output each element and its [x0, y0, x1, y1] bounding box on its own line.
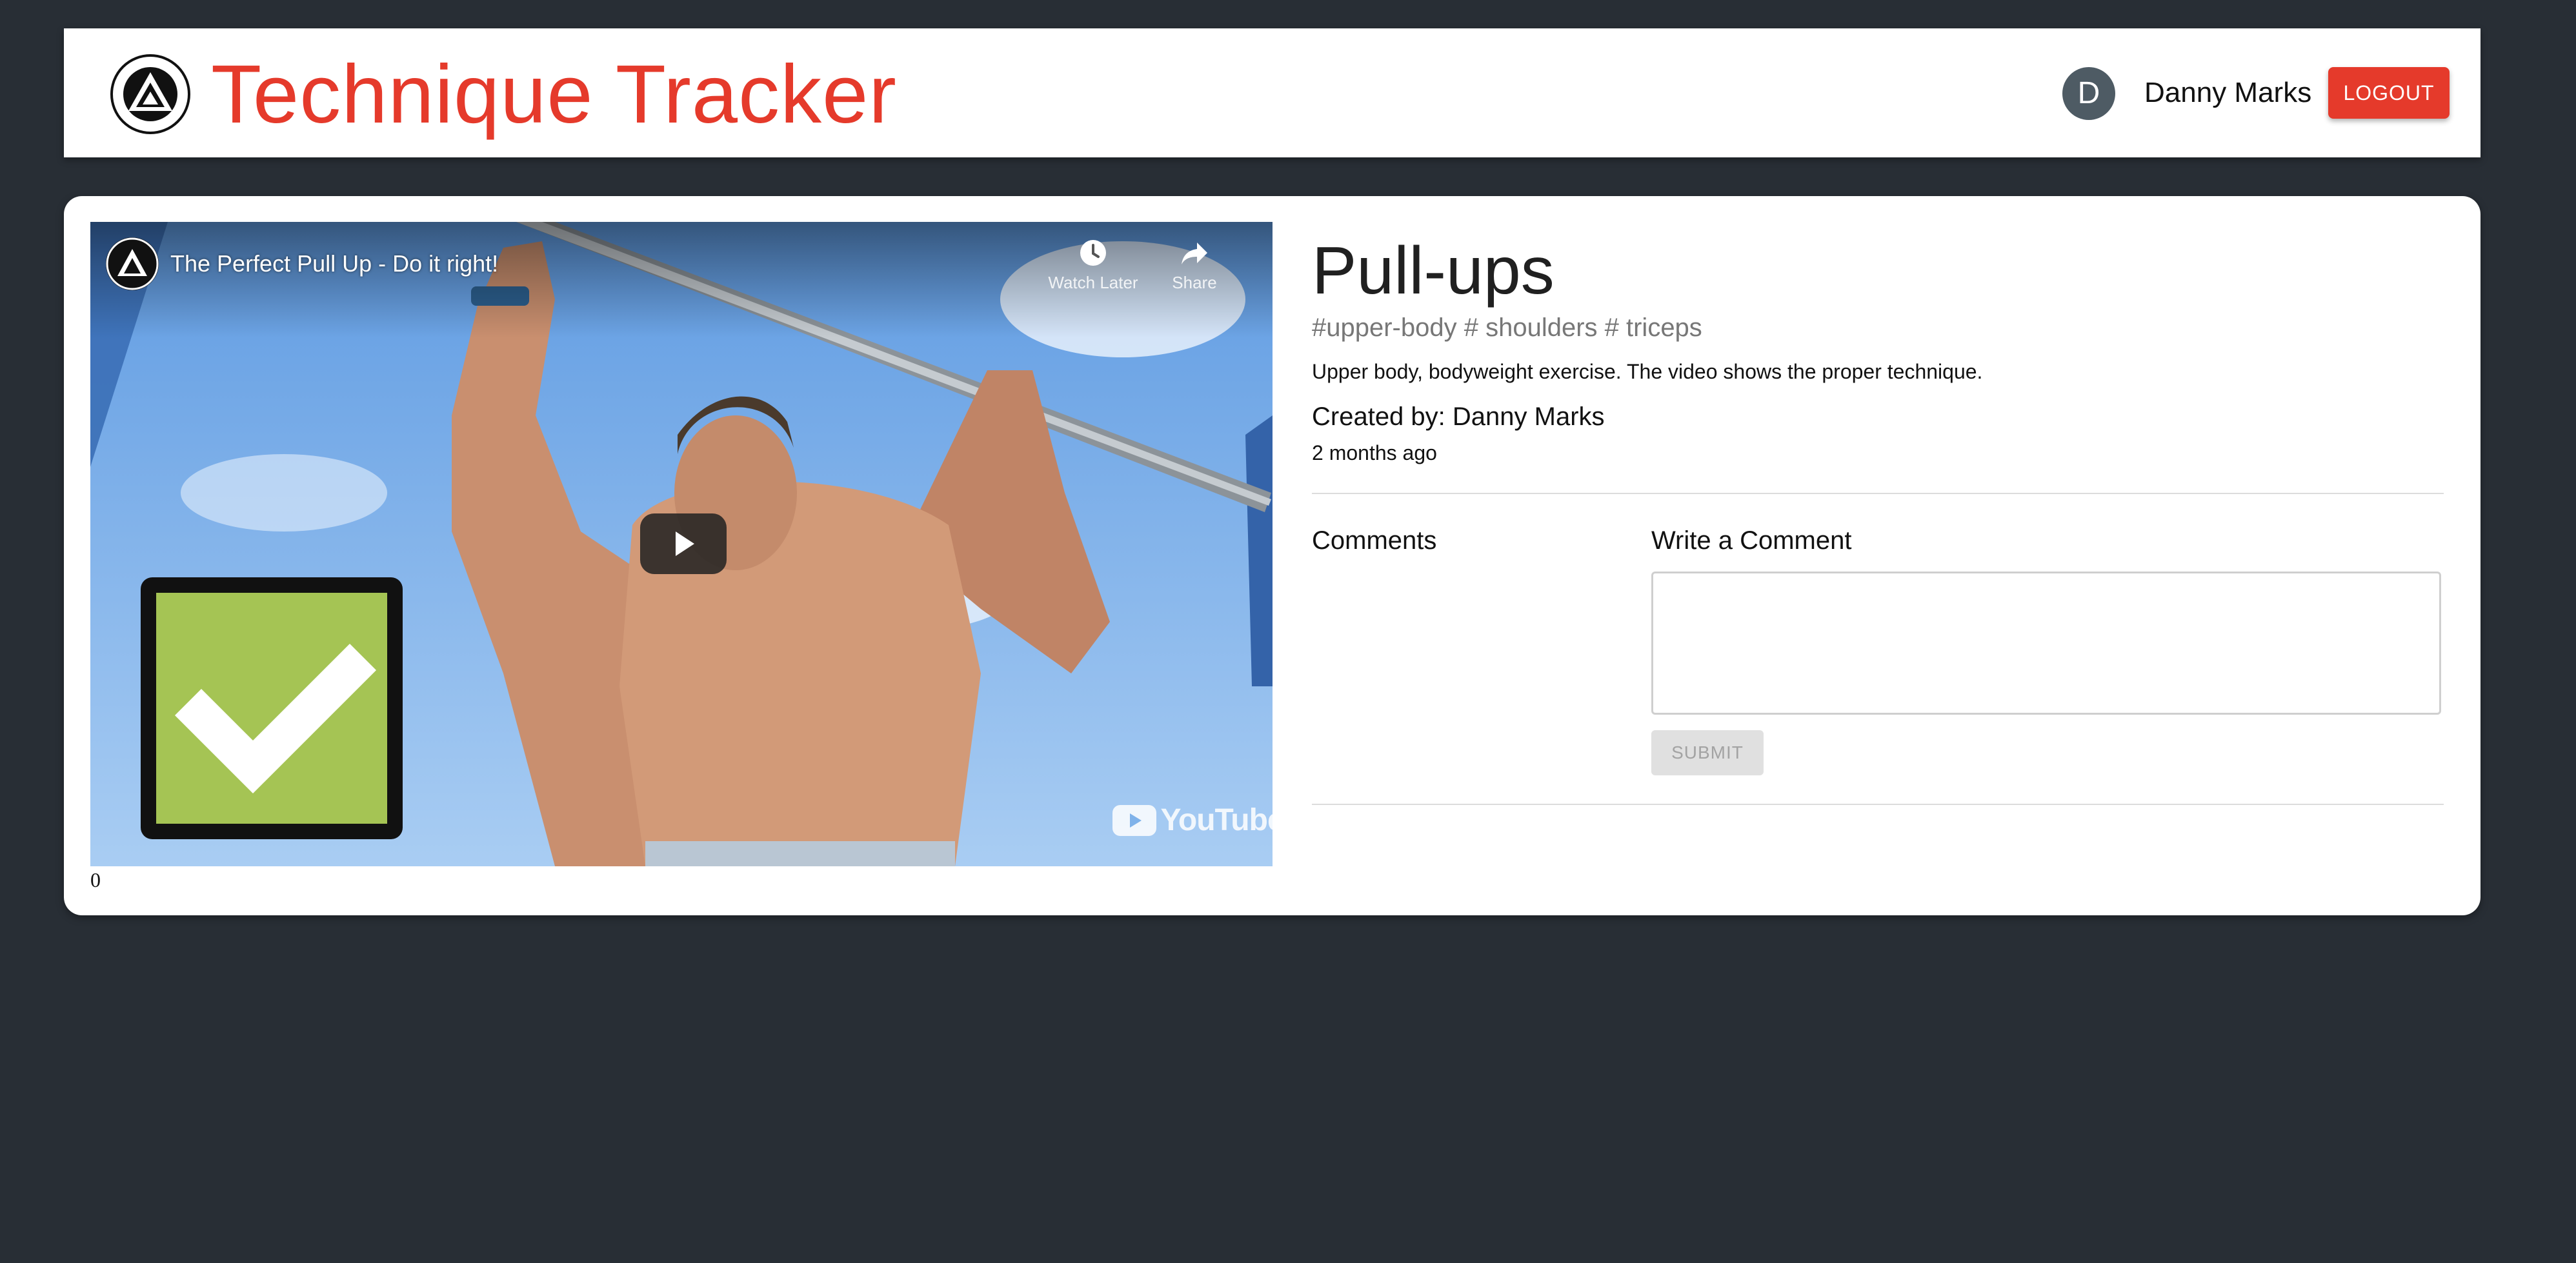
- exercise-title: Pull-ups: [1312, 234, 1555, 308]
- play-icon: [676, 532, 694, 556]
- app-title: Technique Tracker: [211, 48, 897, 141]
- divider: [1312, 804, 2444, 805]
- video-player[interactable]: The Perfect Pull Up - Do it right! Watch…: [90, 222, 1273, 866]
- share-label: Share: [1172, 273, 1217, 292]
- exercise-description: Upper body, bodyweight exercise. The vid…: [1312, 360, 1983, 383]
- watch-later-button[interactable]: Watch Later: [1048, 237, 1138, 293]
- share-button[interactable]: Share: [1149, 237, 1240, 293]
- video-title[interactable]: The Perfect Pull Up - Do it right!: [170, 248, 498, 280]
- avatar[interactable]: D: [2062, 67, 2115, 120]
- exercise-card: The Perfect Pull Up - Do it right! Watch…: [64, 196, 2480, 915]
- youtube-logo[interactable]: YouTube: [1111, 802, 1273, 838]
- exercise-tags: #upper-body # shoulders # triceps: [1312, 313, 1702, 342]
- completed-check-badge: [141, 577, 403, 839]
- divider: [1312, 493, 2444, 494]
- youtube-icon: [1112, 804, 1156, 836]
- share-icon: [1182, 243, 1207, 264]
- play-button[interactable]: [640, 513, 727, 574]
- counter-text: 0: [90, 868, 101, 891]
- created-time: 2 months ago: [1312, 441, 1437, 464]
- youtube-wordmark: YouTube: [1160, 803, 1273, 837]
- logout-button[interactable]: LOGOUT: [2328, 67, 2450, 119]
- watch-later-label: Watch Later: [1048, 273, 1138, 292]
- comments-heading: Comments: [1312, 526, 1437, 555]
- app-header: Technique Tracker D Danny Marks LOGOUT: [64, 28, 2480, 157]
- created-by: Created by: Danny Marks: [1312, 403, 1605, 431]
- clock-icon: [1080, 240, 1106, 266]
- user-name: Danny Marks: [2144, 77, 2312, 108]
- write-comment-heading: Write a Comment: [1651, 526, 1852, 555]
- submit-button[interactable]: SUBMIT: [1651, 730, 1764, 775]
- channel-logo-icon[interactable]: [106, 237, 159, 290]
- jiu-jitsu-logo-icon[interactable]: [110, 54, 190, 134]
- comment-input[interactable]: [1651, 572, 2441, 715]
- check-icon: [156, 593, 387, 824]
